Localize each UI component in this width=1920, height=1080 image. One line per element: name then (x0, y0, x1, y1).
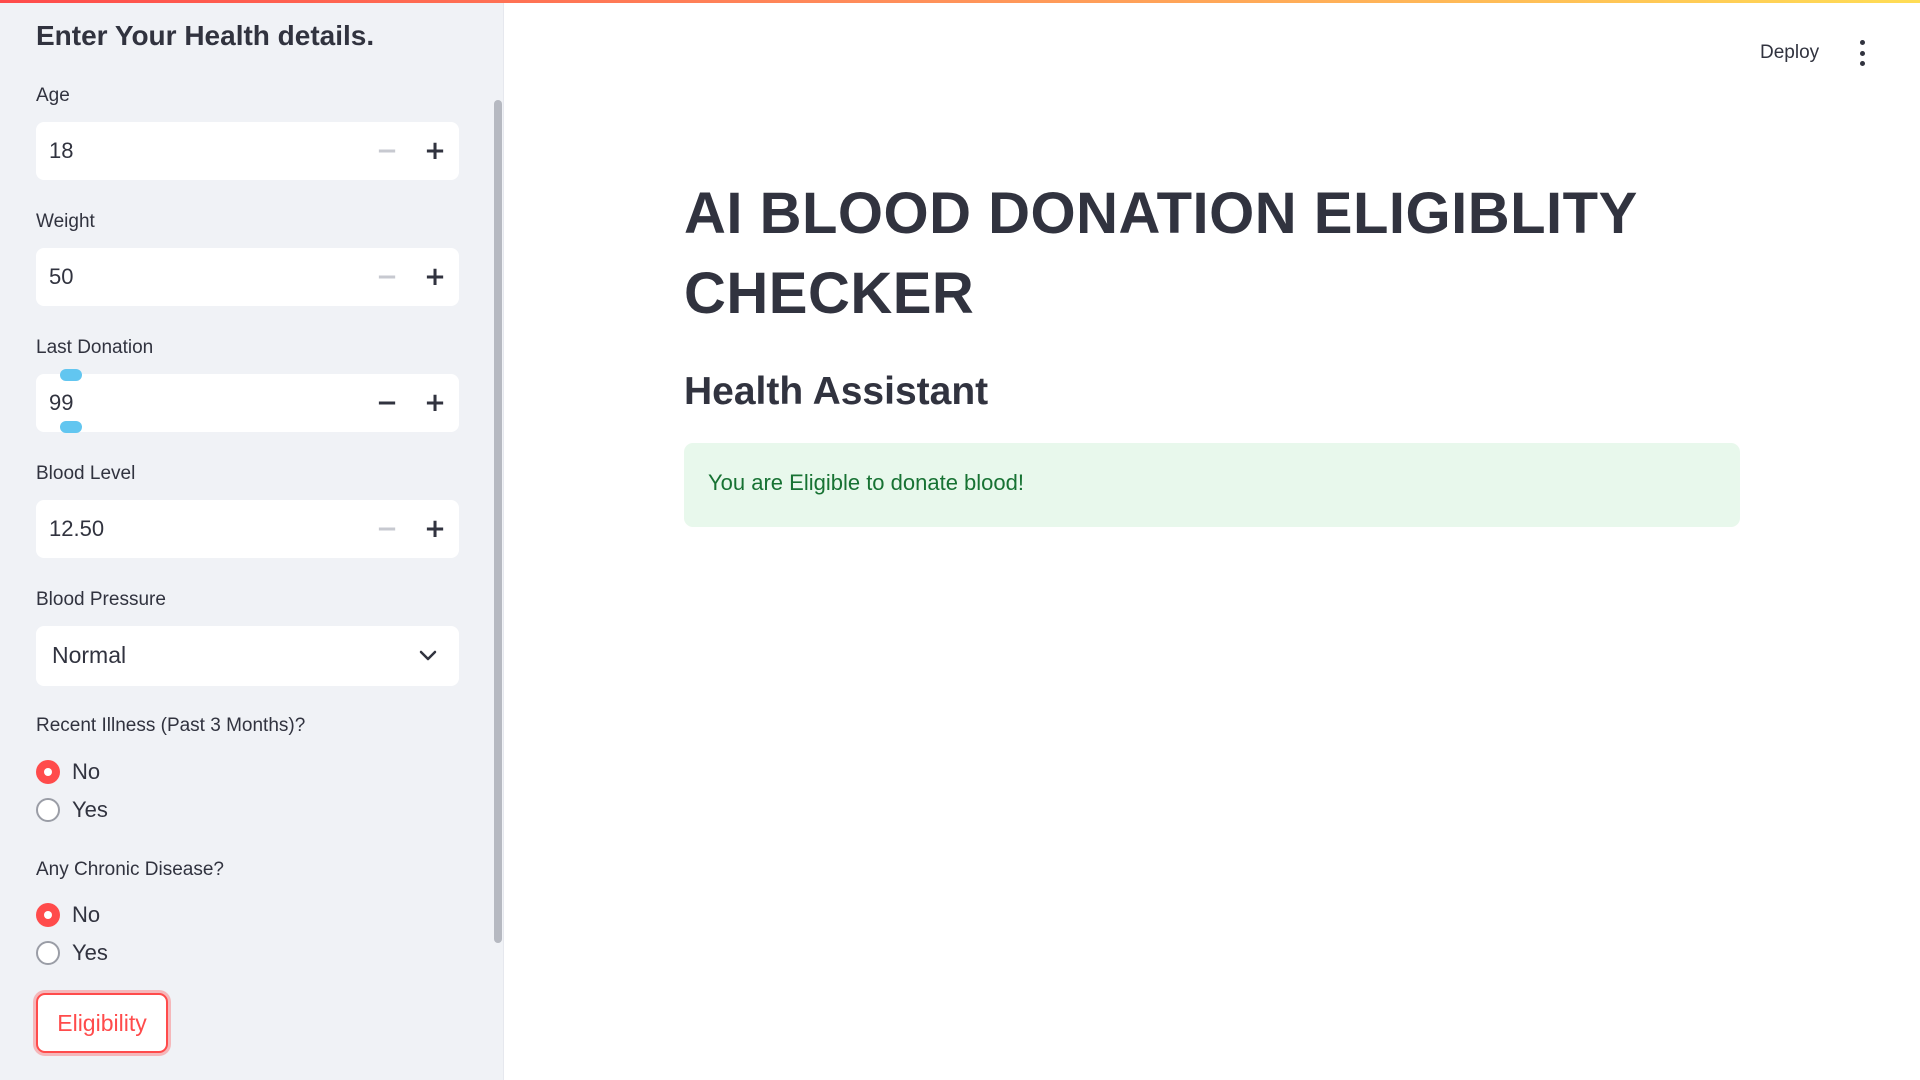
blood-pressure-selected: Normal (52, 642, 127, 668)
age-decrement-button[interactable]: − (363, 122, 411, 180)
blood-pressure-select[interactable]: Normal (36, 626, 459, 686)
minus-icon: − (376, 136, 398, 166)
radio-label: Yes (72, 940, 108, 965)
blood-level-label: Blood Level (36, 463, 136, 484)
menu-dot (1859, 50, 1865, 56)
age-label: Age (36, 85, 70, 106)
weight-value[interactable]: 50 (49, 264, 73, 290)
minus-icon: − (376, 262, 398, 292)
more-vertical-icon[interactable] (1852, 40, 1872, 66)
radio-checked-icon[interactable] (36, 903, 60, 927)
eligibility-button[interactable]: Eligibility (36, 993, 168, 1053)
weight-input[interactable]: 50 − + (36, 248, 459, 306)
age-value[interactable]: 18 (49, 138, 73, 164)
recent-illness-option-no[interactable]: No (36, 758, 100, 786)
radio-unchecked-icon[interactable] (36, 941, 60, 965)
weight-label: Weight (36, 211, 95, 232)
blood-level-decrement-button[interactable]: − (363, 500, 411, 558)
age-input[interactable]: 18 − + (36, 122, 459, 180)
blood-level-increment-button[interactable]: + (411, 500, 459, 558)
top-decoration-bar (0, 0, 1920, 3)
blood-level-value[interactable]: 12.50 (49, 516, 104, 542)
sidebar: Enter Your Health details. Age 18 − + We… (0, 0, 504, 1080)
recent-illness-label: Recent Illness (Past 3 Months)? (36, 715, 306, 736)
last-donation-decrement-button[interactable]: − (363, 374, 411, 432)
plus-icon: + (424, 388, 446, 418)
chronic-disease-option-no[interactable]: No (36, 901, 100, 929)
last-donation-input[interactable]: 99 − + (36, 369, 459, 433)
plus-icon: + (424, 136, 446, 166)
radio-checked-icon[interactable] (36, 760, 60, 784)
chronic-disease-label: Any Chronic Disease? (36, 859, 224, 880)
last-donation-value[interactable]: 99 (49, 390, 73, 416)
blood-level-input[interactable]: 12.50 − + (36, 500, 459, 558)
recent-illness-option-yes[interactable]: Yes (36, 796, 108, 824)
radio-label: Yes (72, 797, 108, 822)
menu-dot (1859, 40, 1865, 45)
radio-unchecked-icon[interactable] (36, 798, 60, 822)
success-message: You are Eligible to donate blood! (708, 470, 1024, 495)
menu-dot (1859, 61, 1865, 66)
blood-pressure-label: Blood Pressure (36, 589, 166, 610)
age-increment-button[interactable]: + (411, 122, 459, 180)
plus-icon: + (424, 262, 446, 292)
minus-icon: − (376, 514, 398, 544)
selection-handle-bottom-icon[interactable] (60, 421, 82, 433)
success-alert: You are Eligible to donate blood! (684, 443, 1740, 527)
last-donation-increment-button[interactable]: + (411, 374, 459, 432)
weight-increment-button[interactable]: + (411, 248, 459, 306)
sidebar-title: Enter Your Health details. (36, 20, 375, 51)
weight-decrement-button[interactable]: − (363, 248, 411, 306)
page-title: AI BLOOD DONATION ELIGIBLITY CHECKER (684, 181, 1637, 326)
selection-handle-top-icon[interactable] (60, 369, 82, 381)
plus-icon: + (424, 514, 446, 544)
sidebar-scrollbar[interactable] (494, 100, 502, 943)
radio-label: No (72, 902, 101, 927)
minus-icon: − (376, 388, 398, 418)
section-title: Health Assistant (684, 370, 989, 413)
last-donation-label: Last Donation (36, 337, 154, 358)
chevron-down-icon (419, 650, 437, 661)
radio-label: No (72, 759, 101, 784)
chronic-disease-option-yes[interactable]: Yes (36, 939, 108, 967)
deploy-button[interactable]: Deploy (1760, 42, 1819, 64)
